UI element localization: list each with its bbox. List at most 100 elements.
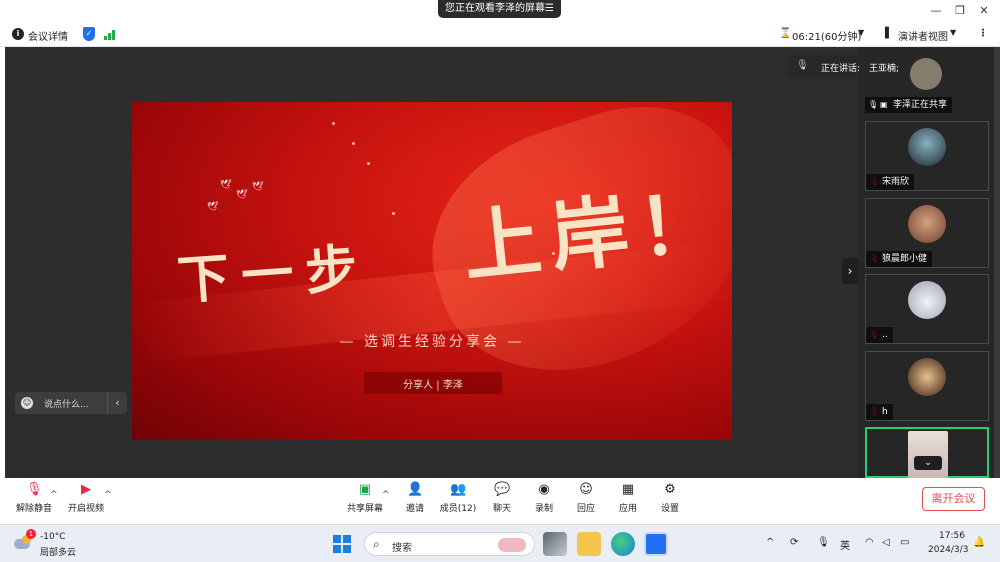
members-label: 成员(12) <box>439 504 477 514</box>
apps-label: 应用 <box>618 504 637 514</box>
meeting-timer: 06:21(60分钟) <box>792 32 862 43</box>
microphone-icon[interactable]: 🎙 <box>817 537 830 548</box>
windows-taskbar: 1 -10°C 局部多云 ⌕ 搜索 ^ ⟳ 🎙 英 ◠ ◁ ▭ 17:56 20… <box>0 524 1000 562</box>
meeting-info-link[interactable]: 会议详情 <box>28 28 68 43</box>
bird-icon: 🕊 <box>207 202 219 212</box>
settings-label: 设置 <box>660 504 679 514</box>
avatar <box>908 205 946 243</box>
sparkle <box>367 162 370 165</box>
participant-name: 李泽正在共享 <box>865 97 953 113</box>
shield-icon[interactable]: ✓ <box>83 27 95 41</box>
share-status-text: 您正在观看李泽的屏幕 <box>445 3 545 14</box>
participant-tile-5[interactable]: 🎙 h <box>865 351 989 421</box>
taskbar-search[interactable]: ⌕ 搜索 <box>364 532 535 556</box>
reactions-label: 回应 <box>576 504 595 514</box>
more-options-icon[interactable]: ⋮ <box>978 28 988 39</box>
microphone-icon: 🎙 <box>868 100 879 109</box>
view-mode-button[interactable]: 演讲者视图 <box>898 28 948 43</box>
clock-date[interactable]: 2024/3/3 <box>928 545 968 555</box>
unmute-button[interactable]: 🎙 解除静音 <box>14 482 54 514</box>
chevron-up-icon: ^ <box>104 490 112 500</box>
battery-icon[interactable]: ▭ <box>900 537 909 548</box>
chat-input[interactable]: ☺ 说点什么... ‹ <box>15 392 127 414</box>
panel-scrollbar[interactable] <box>994 47 1000 478</box>
chevron-up-icon[interactable]: ^ <box>766 537 774 548</box>
hamburger-icon[interactable]: ☰ <box>545 0 554 18</box>
chevron-right-icon[interactable]: › <box>842 258 858 284</box>
sync-icon[interactable]: ⟳ <box>790 537 798 548</box>
speaking-label: 正在讲话: <box>821 64 861 74</box>
avatar <box>908 281 946 319</box>
participant-name: 宋雨欣 <box>866 174 915 190</box>
slide-title-part1: 下一步 <box>175 237 372 312</box>
avatar <box>908 431 948 478</box>
leave-meeting-button[interactable]: 离开会议 <box>922 487 985 511</box>
record-button[interactable]: ◉ 录制 <box>529 482 559 514</box>
video-off-icon: ▶ <box>81 482 91 497</box>
hourglass-icon: ⌛ <box>779 28 792 39</box>
top-banner: 您正在观看李泽的屏幕 ☰ — ❐ ✕ <box>0 0 1000 22</box>
reactions-button[interactable]: ☺ 回应 <box>571 482 601 514</box>
timer-dropdown-icon[interactable]: ▼ <box>858 28 864 37</box>
apps-grid-icon: ▦ <box>621 482 635 497</box>
view-dropdown-icon[interactable]: ▼ <box>950 28 956 37</box>
members-button[interactable]: 👥 成员(12) <box>438 482 478 514</box>
restore-button[interactable]: ❐ <box>947 2 973 20</box>
unmute-label: 解除静音 <box>15 504 52 514</box>
volume-icon[interactable]: ◁ <box>882 537 890 548</box>
chevron-left-icon[interactable]: ‹ <box>107 392 127 414</box>
chat-placeholder[interactable]: 说点什么... <box>44 397 89 410</box>
temperature[interactable]: -10°C <box>40 532 65 542</box>
participant-tile-2[interactable]: 🎙 宋雨欣 <box>865 121 989 191</box>
emoji-icon[interactable]: ☺ <box>21 397 33 409</box>
participant-tile-1[interactable]: 李泽正在共享 🎙 ▣ <box>865 56 989 113</box>
chat-label: 聊天 <box>492 504 511 514</box>
settings-button[interactable]: ⚙ 设置 <box>655 482 685 514</box>
presenter-box: 分享人 | 李泽 <box>364 372 502 394</box>
share-screen-icon: ▣ <box>358 482 372 497</box>
clock-time[interactable]: 17:56 <box>939 531 965 541</box>
avatar <box>910 58 942 90</box>
sparkle <box>392 212 395 215</box>
tencent-meeting-icon[interactable] <box>644 532 668 556</box>
gear-icon: ⚙ <box>664 482 676 497</box>
wifi-icon[interactable]: ◠ <box>865 537 874 548</box>
slide-presenter: 分享人 | 李泽 <box>403 380 463 391</box>
meeting-controls: 🎙 解除静音 ^ ▶ 开启视频 ^ ▣ 共享屏幕 ^ 👤 邀请 👥 成员(12)… <box>0 478 1000 524</box>
participant-tile-6[interactable]: ⌄ <box>865 427 989 478</box>
minimize-button[interactable]: — <box>923 2 949 20</box>
mic-muted-icon: 🎙 <box>26 482 43 497</box>
weather-condition[interactable]: 局部多云 <box>40 545 76 558</box>
network-signal-icon[interactable] <box>104 29 118 40</box>
screen-share-status[interactable]: 您正在观看李泽的屏幕 ☰ <box>438 0 561 18</box>
invite-button[interactable]: 👤 邀请 <box>400 482 430 514</box>
chat-button[interactable]: 💬 聊天 <box>487 482 517 514</box>
chevron-down-icon[interactable]: ⌄ <box>914 456 942 470</box>
start-video-button[interactable]: ▶ 开启视频 <box>66 482 106 514</box>
apps-button[interactable]: ▦ 应用 <box>613 482 643 514</box>
windows-start-icon[interactable] <box>333 535 351 553</box>
participant-name: 狼晨郎小健 <box>866 251 933 267</box>
sparkle <box>352 142 355 145</box>
notification-badge: 1 <box>26 529 36 539</box>
info-icon[interactable]: i <box>12 28 24 40</box>
search-icon: ⌕ <box>373 537 380 551</box>
share-screen-button[interactable]: ▣ 共享屏幕 <box>345 482 385 514</box>
invite-label: 邀请 <box>405 504 424 514</box>
task-view-icon[interactable] <box>543 532 567 556</box>
participant-name: .. <box>866 327 893 343</box>
chat-icon: 💬 <box>494 482 511 497</box>
notification-bell-icon[interactable]: 🔔 <box>973 537 985 548</box>
participant-tile-4[interactable]: 🎙 .. <box>865 274 989 344</box>
ime-indicator[interactable]: 英 <box>840 537 850 552</box>
record-label: 录制 <box>534 504 553 514</box>
start-video-label: 开启视频 <box>67 504 104 514</box>
search-placeholder: 搜索 <box>392 543 412 554</box>
participant-tile-3[interactable]: 🎙 狼晨郎小健 <box>865 198 989 268</box>
reaction-icon: ☺ <box>579 482 593 497</box>
edge-browser-icon[interactable] <box>611 532 635 556</box>
presentation-slide: 🕊 🕊 🕊 🕊 下一步 上岸！ — 选调生经验分享会 — 分享人 | 李泽 <box>132 102 732 440</box>
file-explorer-icon[interactable] <box>577 532 601 556</box>
close-button[interactable]: ✕ <box>971 2 997 20</box>
share-screen-label: 共享屏幕 <box>346 504 383 514</box>
